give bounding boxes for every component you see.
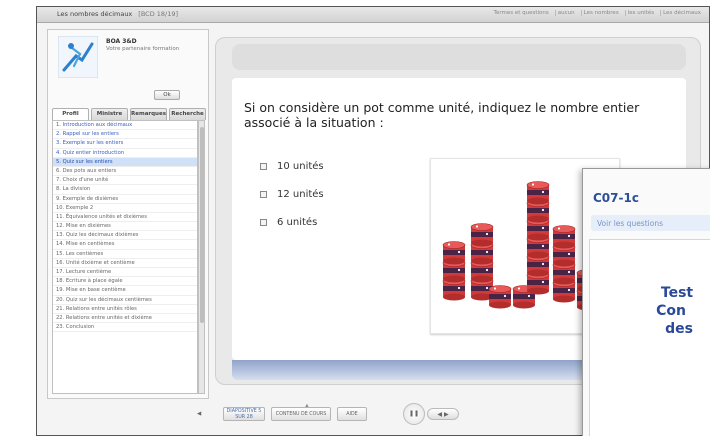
top-link-decimals[interactable]: Les décimaux [660, 10, 703, 16]
overlay-title: C07-1c [593, 191, 639, 205]
app-title: Les nombres décimaux [BCD 18/19] [57, 10, 178, 18]
checkbox-icon[interactable] [260, 162, 267, 170]
overlay-line-1: Test [660, 285, 694, 301]
chapter-item[interactable]: 9. Exemple de dixièmes [53, 195, 197, 204]
slide-counter-button[interactable]: DIAPOSITIVE 5 SUR 28 [223, 407, 265, 421]
chapter-item[interactable]: 5. Quiz sur les entiers [53, 157, 197, 167]
brand-subtitle: Votre partenaire formation [106, 46, 180, 52]
ok-button[interactable]: Ok [154, 90, 180, 100]
overlay-line-2: Con [656, 303, 686, 319]
course-code: [BCD 18/19] [138, 10, 179, 18]
answer-options: 10 unités 12 unités 6 unités [260, 152, 324, 236]
chapter-item[interactable]: 8. La division [53, 185, 197, 195]
chapter-scrollbar[interactable] [198, 120, 205, 394]
player-controls: ◀ ▲ DIAPOSITIVE 5 SUR 28 CONTENU DE COUR… [197, 403, 507, 425]
chapter-item[interactable]: 14. Mise en centièmes [53, 240, 197, 250]
question-text: Si on considère un pot comme unité, indi… [244, 100, 640, 130]
brand-block: BOA 3&D Votre partenaire formation Ok [54, 34, 206, 100]
chapter-item[interactable]: 16. Unité dixième et centième [53, 259, 197, 268]
title-bar: Les nombres décimaux [BCD 18/19] Termes e… [37, 7, 709, 23]
option-6[interactable]: 6 unités [260, 208, 324, 236]
chapter-item[interactable]: 11. Équivalence unités et dixièmes [53, 213, 197, 223]
chapter-item[interactable]: 17. Lecture centième [53, 268, 197, 278]
course-content-button[interactable]: CONTENU DE COURS [271, 407, 331, 421]
chapter-item[interactable]: 3. Exemple sur les entiers [53, 139, 197, 149]
pause-button[interactable]: ❚❚ [403, 403, 425, 425]
chapter-item[interactable]: 1. Introduction aux décimaux [53, 121, 197, 131]
top-link-numbers[interactable]: Les nombres [580, 10, 621, 16]
top-link-terms[interactable]: Termes et questions [492, 10, 551, 16]
previous-icon[interactable]: ◀ [197, 411, 201, 417]
overlay-window[interactable]: C07-1c Voir les questions Test Con des [582, 168, 710, 436]
chapter-item[interactable]: 18. Ecriture à place égale [53, 277, 197, 287]
navigation-arrows-button[interactable]: ◀ ▶ [427, 408, 459, 420]
top-link-units[interactable]: les unités [624, 10, 656, 16]
option-label: 6 unités [277, 216, 318, 228]
option-label: 12 unités [277, 188, 324, 200]
chapter-item[interactable]: 20. Quiz sur les décimaux centièmes [53, 296, 197, 305]
view-questions-link[interactable]: Voir les questions [597, 219, 663, 228]
chapter-list: 1. Introduction aux décimaux 2. Rappel su… [52, 120, 198, 394]
sidebar: BOA 3&D Votre partenaire formation Ok Pr… [47, 29, 209, 399]
option-12[interactable]: 12 unités [260, 180, 324, 208]
option-10[interactable]: 10 unités [260, 152, 324, 180]
chapter-item[interactable]: 2. Rappel sur les entiers [53, 130, 197, 140]
chapter-item[interactable]: 13. Quiz les décimaux dixièmes [53, 231, 197, 241]
chapter-item[interactable]: 21. Relations entre unités rôles [53, 305, 197, 314]
chapter-item[interactable]: 12. Mise en dixièmes [53, 222, 197, 232]
stage-header [232, 44, 686, 70]
chapter-item[interactable]: 23. Conclusion [53, 323, 197, 333]
scrollbar-thumb[interactable] [200, 127, 204, 323]
tab-recherche[interactable]: Recherche [169, 108, 206, 120]
option-label: 10 unités [277, 160, 324, 172]
checkbox-icon[interactable] [260, 190, 267, 198]
tab-remarques[interactable]: Remarques [130, 108, 167, 120]
chapter-item[interactable]: 6. Des pots aux entiers [53, 167, 197, 177]
chapter-item[interactable]: 22. Relations entre unités et dixième [53, 314, 197, 324]
chapter-item[interactable]: 15. Les centièmes [53, 250, 197, 259]
overlay-body: Test Con des [589, 239, 710, 436]
brand-name: BOA 3&D [106, 38, 137, 45]
course-title: Les nombres décimaux [57, 10, 133, 18]
chapter-item[interactable]: 19. Mise en base centième [53, 286, 197, 296]
help-button[interactable]: AIDE [337, 407, 367, 421]
chapter-item[interactable]: 7. Choix d'une unité [53, 176, 197, 186]
overlay-heading: Test Con des [590, 284, 710, 338]
checkbox-icon[interactable] [260, 218, 267, 226]
chapter-item[interactable]: 10. Exemple 2 [53, 204, 197, 213]
overlay-line-3: des [665, 321, 693, 337]
chapter-item[interactable]: 4. Quiz entier introduction [53, 149, 197, 158]
tab-ministre[interactable]: Ministre [91, 108, 128, 120]
tab-profil[interactable]: Profil [52, 108, 89, 120]
top-links: Termes et questions aucun Les nombres le… [492, 10, 703, 16]
sidebar-tabs: Profil Ministre Remarques Recherche [52, 108, 206, 120]
top-link-none[interactable]: aucun [554, 10, 577, 16]
brand-logo-icon [58, 36, 98, 78]
